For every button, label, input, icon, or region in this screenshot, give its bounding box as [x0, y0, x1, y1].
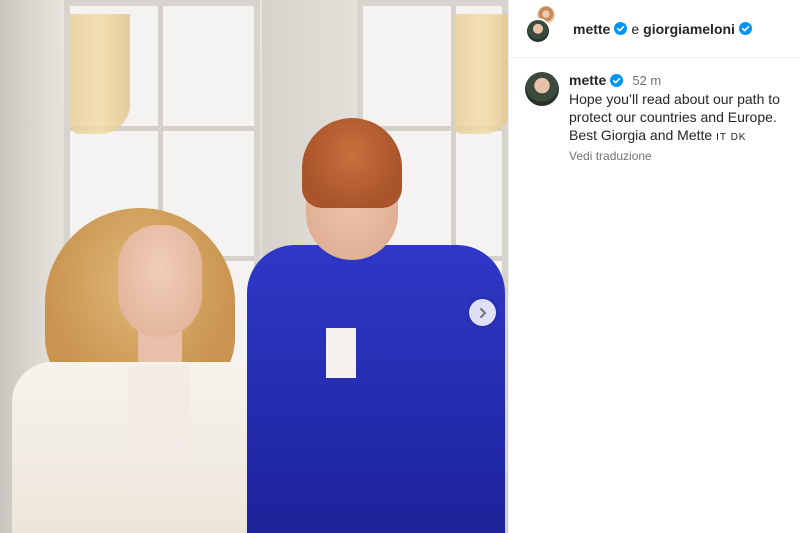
comment-username[interactable]: mette [569, 72, 606, 88]
white-top [128, 365, 190, 465]
comment-timestamp[interactable]: 52 m [632, 73, 661, 88]
comment-header: mette 52 m [569, 72, 795, 88]
next-photo-button[interactable] [469, 299, 496, 326]
blue-blazer [247, 245, 505, 533]
curtain [453, 14, 508, 134]
woman-left-face [118, 225, 202, 337]
verified-badge-icon [738, 22, 752, 35]
comment-body: mette 52 m Hope you’ll read about our pa… [569, 72, 795, 163]
conjunction-text: e [631, 20, 640, 37]
post-sidebar: mette e giorgiameloni mette 52 m Hope yo… [508, 0, 800, 533]
collab-usernames: mette e giorgiameloni [573, 21, 752, 37]
avatar[interactable] [525, 72, 559, 106]
chevron-right-icon [479, 307, 486, 318]
caption-text: Hope you’ll read about our path to prote… [569, 91, 780, 143]
collab-avatars[interactable] [525, 3, 557, 44]
username-link[interactable]: giorgiameloni [643, 21, 735, 37]
flag-emojis: IT DK [716, 132, 747, 143]
post-header: mette e giorgiameloni [509, 0, 800, 58]
comment-text: Hope you’ll read about our path to prote… [569, 90, 795, 147]
verified-badge-icon [614, 22, 628, 35]
username-link[interactable]: mette [573, 21, 610, 37]
woman-right-hair [302, 118, 402, 208]
post-photo [0, 0, 508, 533]
curtain [70, 14, 130, 134]
caption-comment: mette 52 m Hope you’ll read about our pa… [525, 72, 795, 163]
see-translation-link[interactable]: Vedi traduzione [569, 149, 795, 163]
verified-badge-icon [610, 73, 624, 87]
avatar[interactable] [525, 17, 551, 44]
white-top-right [326, 328, 356, 378]
